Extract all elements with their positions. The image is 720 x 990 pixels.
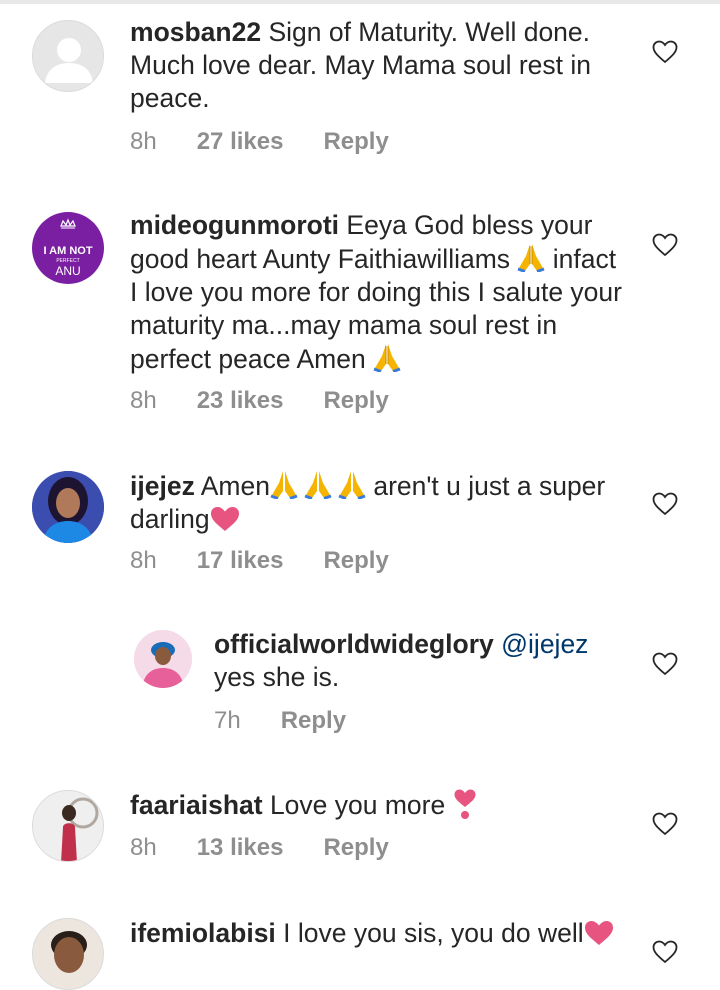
heart-outline-icon[interactable] — [652, 233, 678, 257]
comment-meta: 8h 17 likes Reply — [130, 546, 389, 576]
heart-outline-icon[interactable] — [652, 492, 678, 516]
likes-count[interactable]: 27 likes — [197, 128, 284, 156]
username[interactable]: faariaishat — [130, 790, 263, 820]
heart-outline-icon[interactable] — [652, 812, 678, 836]
heart-outline-icon[interactable] — [652, 940, 678, 964]
timestamp[interactable]: 7h — [214, 707, 241, 735]
heart-exclamation-emoji-icon — [454, 789, 476, 819]
comment-meta: 7h Reply — [214, 706, 346, 736]
comment-body: Amen — [194, 471, 270, 501]
comment-meta: 8h 27 likes Reply — [130, 127, 389, 157]
avatar[interactable]: I AM NOT PERFECT ANU — [32, 212, 104, 284]
timestamp[interactable]: 8h — [130, 547, 157, 575]
timestamp[interactable]: 8h — [130, 834, 157, 862]
top-divider — [0, 0, 720, 4]
pink-heart-emoji-icon — [210, 507, 239, 531]
folded-hands-emoji-icon — [373, 344, 401, 372]
username[interactable]: ifemiolabisi — [130, 918, 276, 948]
mention-link[interactable]: @ijejez — [501, 629, 588, 659]
comment-meta: 8h 23 likes Reply — [130, 386, 389, 416]
avatar-text-1: I AM NOT — [43, 245, 93, 257]
reply-button[interactable]: Reply — [323, 834, 388, 862]
comment-meta: 8h 13 likes Reply — [130, 833, 389, 863]
comment-text: faariaishat Love you more — [130, 788, 630, 822]
profile-photo-icon — [33, 791, 103, 861]
reply-button[interactable]: Reply — [323, 547, 388, 575]
comment-text: ifemiolabisi I love you sis, you do well — [130, 917, 630, 950]
heart-outline-icon[interactable] — [652, 652, 678, 676]
profile-photo-icon — [134, 630, 192, 688]
username[interactable]: ijejez — [130, 471, 195, 501]
avatar[interactable] — [32, 790, 104, 862]
comment-body: I love you sis, you do well — [275, 918, 584, 948]
reply-button[interactable]: Reply — [323, 128, 388, 156]
comment-text: ijejez Amen aren't u just a super darlin… — [130, 469, 630, 536]
avatar[interactable] — [134, 630, 192, 688]
pink-heart-emoji-icon — [584, 921, 613, 945]
profile-photo-icon — [32, 471, 104, 543]
timestamp[interactable]: 8h — [130, 387, 157, 415]
profile-photo-icon — [33, 919, 103, 989]
username[interactable]: mideogunmoroti — [130, 210, 339, 240]
avatar[interactable] — [32, 471, 104, 543]
reply-button[interactable]: Reply — [323, 387, 388, 415]
comment-body: Love you more — [262, 790, 453, 820]
comment-text: mideogunmoroti Eeya God bless your good … — [130, 209, 630, 376]
folded-hands-emoji-icon — [517, 244, 545, 272]
username[interactable]: mosban22 — [130, 17, 261, 47]
folded-hands-emoji-icon — [338, 471, 366, 499]
likes-count[interactable]: 23 likes — [197, 387, 284, 415]
comment-body: yes she is. — [214, 662, 340, 692]
likes-count[interactable]: 13 likes — [197, 834, 284, 862]
avatar[interactable] — [32, 918, 104, 990]
likes-count[interactable]: 17 likes — [197, 547, 284, 575]
default-avatar-icon — [45, 38, 93, 83]
username[interactable]: officialworldwideglory — [214, 629, 494, 659]
avatar-text-3: ANU — [55, 264, 81, 278]
reply-button[interactable]: Reply — [281, 707, 346, 735]
avatar[interactable] — [32, 20, 104, 92]
heart-outline-icon[interactable] — [652, 40, 678, 64]
timestamp[interactable]: 8h — [130, 128, 157, 156]
comment-text: mosban22 Sign of Maturity. Well done. Mu… — [130, 16, 630, 115]
folded-hands-emoji-icon — [304, 471, 332, 499]
comment-text: officialworldwideglory @ijejez yes she is… — [214, 628, 634, 694]
folded-hands-emoji-icon — [270, 471, 298, 499]
